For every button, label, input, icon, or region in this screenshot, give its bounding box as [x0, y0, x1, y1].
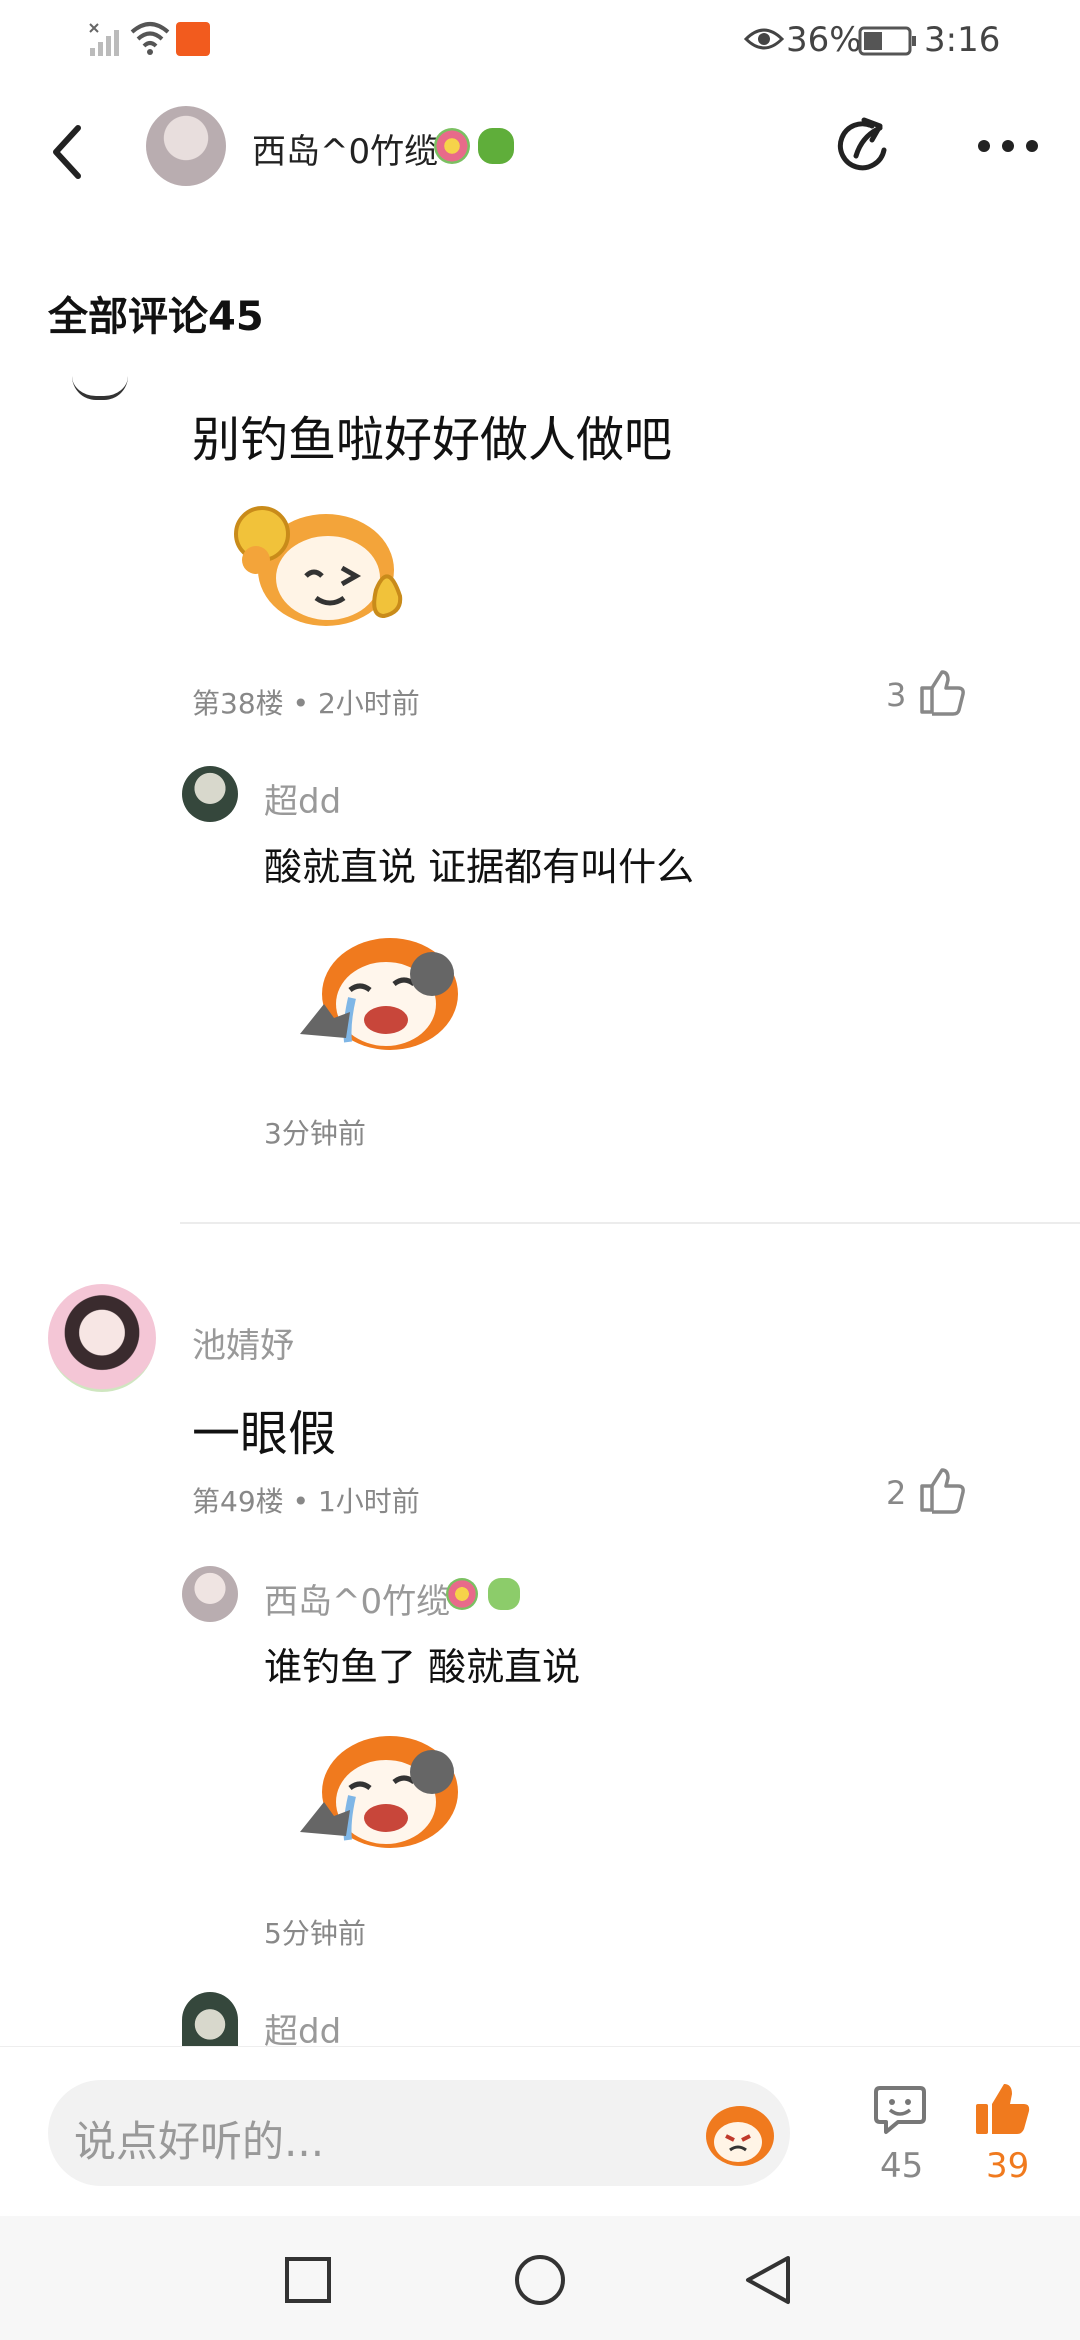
emoji-icon[interactable] [698, 2098, 778, 2168]
signal-icon [89, 23, 119, 56]
clover-icon [488, 1578, 520, 1610]
system-nav-bar [0, 2216, 1080, 2340]
avatar[interactable] [182, 1566, 238, 1622]
divider [180, 1222, 1080, 1224]
page-title: 西岛^0竹缆 [252, 132, 439, 172]
app-notification-icon [176, 22, 210, 56]
comment-text: 一眼假 [192, 1406, 337, 1462]
reply-time: 3分钟前 [264, 1117, 366, 1150]
battery-percent: 36% [786, 20, 862, 60]
reply-text: 谁钓鱼了 酸就直说 [264, 1645, 581, 1689]
like-icon[interactable] [918, 668, 966, 716]
avatar[interactable] [48, 1284, 156, 1392]
sticker-icon[interactable] [290, 1722, 470, 1862]
wifi-icon [130, 22, 170, 55]
nav-back-icon[interactable] [744, 2254, 792, 2306]
sticker-icon[interactable] [216, 490, 406, 640]
reply-time: 5分钟前 [264, 1917, 366, 1950]
flower-icon [434, 128, 470, 164]
more-icon[interactable] [976, 138, 1040, 154]
sticker-icon[interactable] [290, 924, 470, 1064]
like-icon[interactable] [918, 1466, 966, 1514]
comment-meta: 第49楼 • 1小时前 [192, 1485, 420, 1518]
eye-icon [744, 28, 784, 50]
clover-icon [478, 128, 514, 164]
comment-input[interactable]: 说点好听的... [48, 2080, 790, 2186]
status-bar: 36% 3:16 [0, 0, 1080, 80]
like-icon[interactable] [974, 2080, 1032, 2138]
nav-square-icon[interactable] [284, 2256, 332, 2304]
reply-username[interactable]: 西岛^0竹缆 [264, 1574, 450, 1623]
comment-username[interactable]: 池婧妤 [192, 1318, 294, 1367]
comment-icon[interactable] [872, 2082, 928, 2138]
header: 西岛^0竹缆 [0, 80, 1080, 210]
comment-meta: 第38楼 • 2小时前 [192, 687, 420, 720]
battery-icon [858, 26, 916, 56]
avatar[interactable] [182, 1992, 238, 2046]
reply-username[interactable]: 超dd [264, 774, 341, 823]
nav-circle-icon[interactable] [514, 2254, 566, 2306]
like-count: 2 [886, 1474, 907, 1512]
comment-text: 别钓鱼啦好好做人做吧 [192, 412, 673, 468]
share-icon[interactable] [834, 116, 896, 178]
comment-count: 45 [880, 2146, 924, 2186]
like-count: 3 [886, 676, 907, 714]
clock: 3:16 [924, 20, 1001, 60]
section-title: 全部评论45 [48, 294, 264, 340]
comment-avatar-partial [72, 376, 128, 400]
flower-icon [446, 1578, 478, 1610]
avatar[interactable] [146, 106, 226, 186]
avatar[interactable] [182, 766, 238, 822]
back-icon[interactable] [48, 124, 88, 180]
like-total: 39 [986, 2146, 1030, 2186]
comment-input-placeholder: 说点好听的... [74, 2117, 325, 2166]
reply-text: 酸就直说 证据都有叫什么 [264, 845, 695, 889]
